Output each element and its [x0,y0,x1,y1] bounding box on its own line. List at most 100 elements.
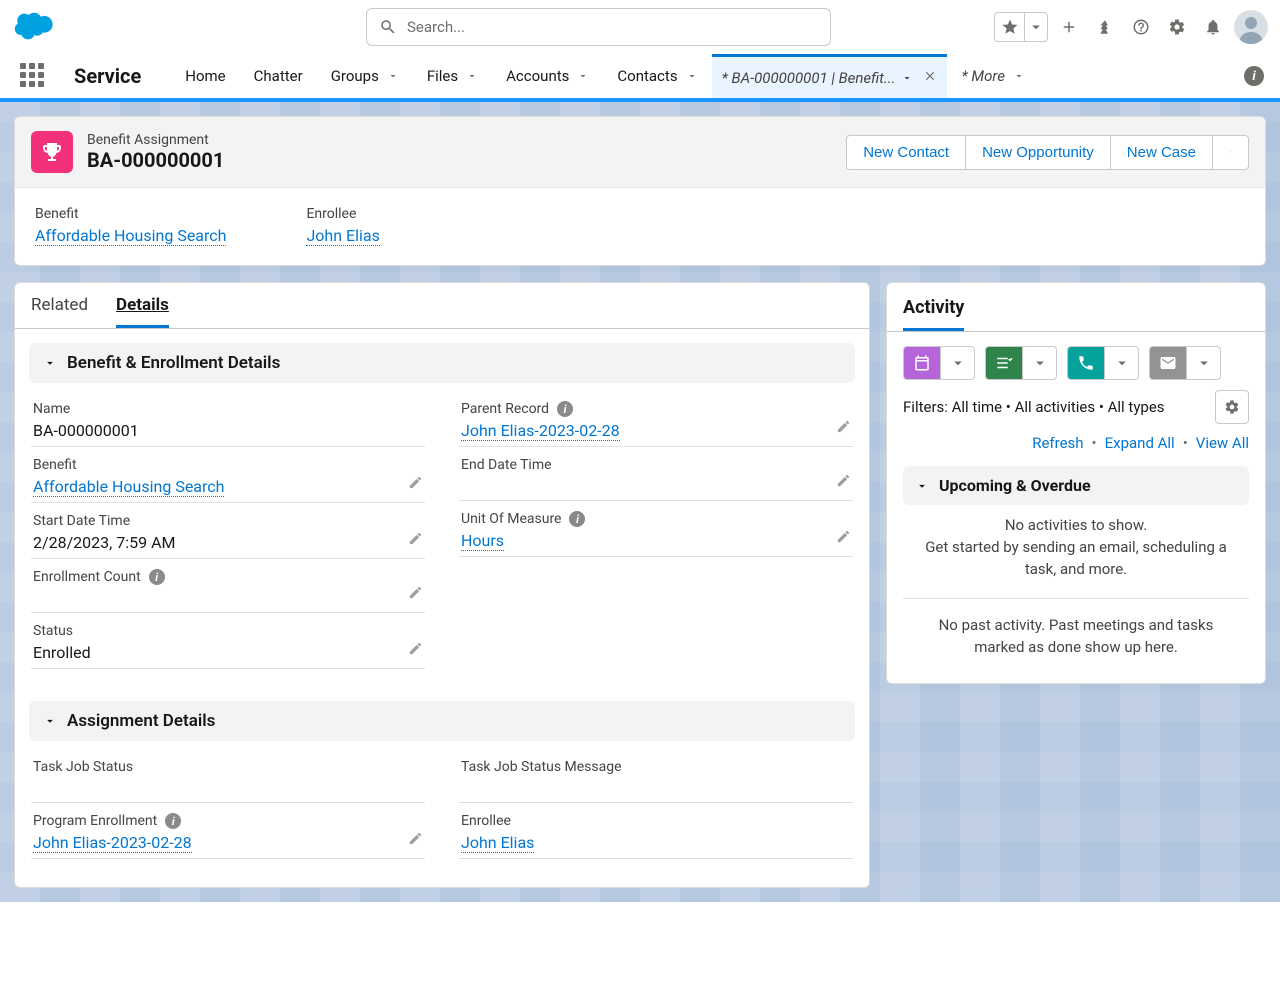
edit-start-button[interactable] [408,531,423,550]
app-name: Service [74,64,141,88]
notifications-button[interactable] [1198,12,1228,42]
edit-status-button[interactable] [408,641,423,660]
chevron-down-icon [43,356,57,370]
info-icon[interactable]: i [149,569,165,585]
summary-benefit-label: Benefit [35,206,226,222]
parent-record-link[interactable]: John Elias-2023-02-28 [461,421,620,441]
view-all-link[interactable]: View All [1196,434,1249,452]
nav-contacts[interactable]: Contacts [603,54,711,98]
chevron-down-icon [949,354,967,372]
program-enrollment-link[interactable]: John Elias-2023-02-28 [33,833,192,853]
edit-parent-button[interactable] [836,419,851,438]
no-past-activity-text: No past activity. Past meetings and task… [903,599,1249,663]
pencil-icon [408,585,423,600]
nav-help-icon[interactable]: i [1244,66,1264,86]
chevron-down-icon [1195,354,1213,372]
trailhead-button[interactable] [1090,12,1120,42]
benefit-link[interactable]: Affordable Housing Search [33,477,224,497]
enrollee-link[interactable]: John Elias [461,833,534,853]
info-icon[interactable]: i [569,511,585,527]
new-task-button[interactable] [985,346,1057,380]
help-icon [1132,18,1150,36]
field-task-job-status-message: Task Job Status Message [459,749,853,803]
nav-chatter[interactable]: Chatter [240,54,317,98]
send-email-button[interactable] [1149,346,1221,380]
phone-icon [1077,354,1095,372]
nav-more[interactable]: * More [947,54,1038,98]
chevron-down-icon [1229,146,1232,158]
section-benefit-enrollment[interactable]: Benefit & Enrollment Details [29,343,855,383]
edit-end-button[interactable] [836,473,851,492]
log-call-button[interactable] [1067,346,1139,380]
help-button[interactable] [1126,12,1156,42]
more-actions-button[interactable] [1213,135,1249,170]
pencil-icon [408,641,423,656]
chevron-down-icon [686,70,698,82]
edit-enrollcount-button[interactable] [408,585,423,604]
pencil-icon [836,529,851,544]
no-activities-text: No activities to show. [921,515,1231,537]
pencil-icon [836,473,851,488]
tab-details[interactable]: Details [116,295,169,328]
user-avatar[interactable] [1234,10,1268,44]
global-add-button[interactable] [1054,12,1084,42]
chevron-down-icon [915,479,929,493]
gear-icon [1168,18,1186,36]
chevron-down-icon [387,70,399,82]
tab-related[interactable]: Related [31,295,88,328]
chevron-down-icon [466,70,478,82]
field-unit-of-measure: Unit Of Measurei Hours [459,501,853,557]
record-type-icon [31,131,73,173]
summary-enrollee-link[interactable]: John Elias [306,226,379,246]
nav-files[interactable]: Files [413,54,492,98]
info-icon[interactable]: i [557,401,573,417]
activity-settings-button[interactable] [1215,390,1249,424]
global-search[interactable]: Search... [366,8,831,46]
app-launcher-icon[interactable] [20,63,46,89]
nav-home[interactable]: Home [171,54,239,98]
chevron-down-icon[interactable] [901,72,913,84]
new-case-button[interactable]: New Case [1111,135,1213,170]
new-opportunity-button[interactable]: New Opportunity [966,135,1111,170]
expand-all-link[interactable]: Expand All [1105,434,1175,452]
new-event-button[interactable] [903,346,975,380]
avatar-icon [1234,10,1268,44]
field-benefit: Benefit Affordable Housing Search [31,447,425,503]
edit-benefit-button[interactable] [408,475,423,494]
summary-benefit-link[interactable]: Affordable Housing Search [35,226,226,246]
nav-groups[interactable]: Groups [317,54,413,98]
uom-link[interactable]: Hours [461,531,504,551]
chevron-down-icon [577,70,589,82]
field-parent-record: Parent Recordi John Elias-2023-02-28 [459,391,853,447]
chevron-down-icon [43,714,57,728]
close-icon [923,69,937,83]
pencil-icon [836,419,851,434]
section-assignment-details[interactable]: Assignment Details [29,701,855,741]
activity-card: Activity Filters: All time • All activit… [886,282,1266,684]
nav-accounts[interactable]: Accounts [492,54,603,98]
new-contact-button[interactable]: New Contact [846,135,966,170]
search-placeholder: Search... [407,18,465,36]
record-header-card: Benefit Assignment BA-000000001 New Cont… [14,116,1266,266]
upcoming-overdue-section[interactable]: Upcoming & Overdue [903,466,1249,505]
setup-button[interactable] [1162,12,1192,42]
app-nav: Service Home Chatter Groups Files Accoun… [0,54,1280,98]
refresh-link[interactable]: Refresh [1032,434,1083,452]
get-started-text: Get started by sending an email, schedul… [921,537,1231,581]
calendar-icon [913,354,931,372]
star-icon [1001,18,1019,36]
field-end-date: End Date Time [459,447,853,501]
pencil-icon [408,475,423,490]
tab-activity[interactable]: Activity [903,297,964,331]
salesforce-logo-icon [12,12,56,42]
edit-uom-button[interactable] [836,529,851,548]
chevron-down-icon [1113,354,1131,372]
favorites-button[interactable] [994,12,1048,42]
info-icon[interactable]: i [165,813,181,829]
edit-progenr-button[interactable] [408,831,423,850]
record-type-label: Benefit Assignment [87,132,224,148]
field-status: Status Enrolled [31,613,425,669]
trailhead-icon [1096,18,1114,36]
nav-open-tab[interactable]: * BA-000000001 | Benefit... [712,54,948,98]
close-tab-button[interactable] [923,69,937,87]
